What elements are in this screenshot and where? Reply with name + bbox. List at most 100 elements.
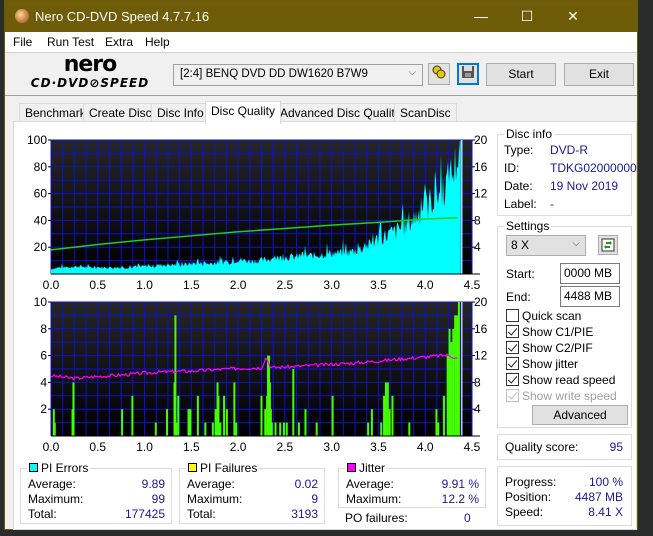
close-button[interactable]: ✕ <box>550 1 596 32</box>
pi-failure-bar <box>270 422 273 436</box>
minimize-button[interactable]: — <box>458 1 504 32</box>
pi-failure-bar <box>297 422 300 436</box>
tab-advanced-disc-quality[interactable]: Advanced Disc Quality <box>274 103 407 123</box>
x-tick-label: 2.5 <box>277 440 294 452</box>
y-left-tick-label: 80 <box>34 160 48 174</box>
show-jitter-checkbox[interactable]: Show jitter <box>506 357 578 371</box>
x-tick-label: 3.0 <box>323 440 340 452</box>
tab-benchmark[interactable]: Benchmark <box>19 103 92 123</box>
advanced-button[interactable]: Advanced <box>532 405 628 425</box>
menu-bar: File Run Test Extra Help <box>5 32 637 52</box>
quality-score-value: 95 <box>609 440 623 454</box>
show-read-speed-checkbox[interactable]: Show read speed <box>506 373 615 387</box>
checkbox-box <box>506 325 519 338</box>
title-bar: Nero CD-DVD Speed 4.7.7.16 — ☐ ✕ <box>5 1 637 32</box>
pi-failure-bar <box>211 422 214 436</box>
pi-failure-bar <box>260 395 263 436</box>
pi-failure-bar <box>408 422 411 436</box>
quick-scan-checkbox[interactable]: Quick scan <box>506 309 581 323</box>
pi-failure-bar <box>166 409 169 436</box>
drive-select[interactable]: [2:4] BENQ DVD DD DW1620 B7W9 ⌵ <box>173 64 423 86</box>
pi-errors-average-label: Average: <box>28 477 76 491</box>
pi-failure-bar <box>264 409 267 436</box>
jitter-average: 9.91 % <box>441 477 479 491</box>
pi-failure-bar <box>204 422 207 436</box>
show-write-speed-checkbox: Show write speed <box>506 389 617 403</box>
pi-failures-maximum-label: Maximum: <box>187 492 243 506</box>
eject-drive-button[interactable] <box>428 63 450 85</box>
position-value: 4487 MB <box>574 490 623 504</box>
start-input[interactable]: 0000 MB <box>560 263 620 284</box>
pi-errors-chart-svg: 20 40 60 80 100 4 8 12 16 20 0.0 0.5 1.0 1.5 2.0 2.5 3.0… <box>27 133 488 292</box>
pi-errors-swatch <box>29 463 38 472</box>
y-right-tick-label: 12 <box>474 349 488 363</box>
save-button[interactable] <box>457 63 479 85</box>
disc-label-label: Label: <box>504 197 537 211</box>
tab-disc-info[interactable]: Disc Info <box>151 103 210 123</box>
menu-file[interactable]: File <box>13 35 32 49</box>
pi-failure-bar <box>72 382 75 436</box>
speed-select-value: 8 X <box>511 238 530 252</box>
x-tick-label: 1.0 <box>136 440 153 452</box>
pi-failure-bar <box>457 302 460 436</box>
pi-errors-group: PI Errors Average: 9.89 Maximum: 99 Tota… <box>20 461 172 524</box>
progress-value: 100 % <box>588 475 623 489</box>
checkbox-box <box>506 341 519 354</box>
jitter-average-label: Average: <box>346 477 394 491</box>
pi-errors-title: PI Errors <box>41 461 89 475</box>
tab-create-disc[interactable]: Create Disc <box>83 103 158 123</box>
pi-failures-average-label: Average: <box>187 477 235 491</box>
pi-failures-chart: 2 4 6 8 10 4 8 12 16 20 0.0 0.5 1.0 1.5 2.0 2.5 3.0 3.5 4.… <box>14 292 498 455</box>
show-c1-pie-checkbox[interactable]: Show C1/PIE <box>506 325 593 339</box>
y-right-tick-label: 4 <box>474 402 481 416</box>
pi-failures-legend: PI Failures <box>186 461 260 475</box>
x-tick-label: 4.0 <box>417 440 434 452</box>
pi-errors-maximum: 99 <box>151 492 165 506</box>
pi-failure-bar <box>121 409 124 436</box>
toolbar: nero CD·DVD⊘SPEED [2:4] BENQ DVD DD DW16… <box>5 52 637 96</box>
tab-scandisc[interactable]: ScanDisc <box>394 103 457 123</box>
x-tick-label: 3.5 <box>370 278 387 290</box>
logo-subtext: CD·DVD⊘SPEED <box>30 76 150 90</box>
menu-run-test[interactable]: Run Test <box>47 35 94 49</box>
y-left-tick-label: 40 <box>34 213 48 227</box>
settings-group: Settings 8 X ⌵ Start: 0000 MB End: 4488 … <box>497 219 632 428</box>
disc-date-label: Date: <box>504 179 533 193</box>
speed-select[interactable]: 8 X ⌵ <box>506 235 586 256</box>
menu-extra[interactable]: Extra <box>105 35 133 49</box>
pi-failure-bar <box>223 395 226 436</box>
po-failures-label: PO failures: <box>345 511 408 525</box>
jitter-legend: Jitter <box>345 461 388 475</box>
pi-failure-bar <box>214 409 217 436</box>
y-right-tick-label: 16 <box>474 160 488 174</box>
settings-title: Settings <box>504 219 552 233</box>
pi-failure-bar <box>437 422 440 436</box>
pi-failure-bar <box>435 409 438 436</box>
tab-disc-quality[interactable]: Disc Quality <box>205 101 282 124</box>
chevron-down-icon: ⌵ <box>572 238 580 249</box>
checkbox-label: Show write speed <box>522 389 617 403</box>
refresh-speed-button[interactable] <box>598 235 618 255</box>
x-tick-label: 4.5 <box>464 440 481 452</box>
window-title: Nero CD-DVD Speed 4.7.7.16 <box>35 9 210 24</box>
pi-failure-bar <box>442 395 445 436</box>
x-tick-label: 1.5 <box>183 278 200 290</box>
jitter-maximum: 12.2 % <box>441 492 479 506</box>
show-c2-pif-checkbox[interactable]: Show C2/PIF <box>506 341 593 355</box>
maximize-button[interactable]: ☐ <box>504 1 550 32</box>
end-input[interactable]: 4488 MB <box>560 286 620 307</box>
menu-help[interactable]: Help <box>145 35 170 49</box>
position-label: Position: <box>505 490 552 504</box>
exit-button[interactable]: Exit <box>564 63 634 86</box>
pi-failure-bar <box>219 422 222 436</box>
floppy-disk-icon <box>462 66 474 78</box>
x-tick-label: 2.0 <box>230 440 247 452</box>
pi-failures-chart-svg: 2 4 6 8 10 4 8 12 16 20 0.0 0.5 1.0 1.5 2.0 2.5 3.0 3.5 4.… <box>34 295 488 454</box>
y-right-tick-label: 8 <box>474 213 481 227</box>
checkbox-label: Show read speed <box>522 373 616 387</box>
speed-value: 8.41 X <box>588 505 623 519</box>
pi-failure-bar <box>196 395 199 436</box>
start-button[interactable]: Start <box>486 63 556 86</box>
speed-label: Speed: <box>505 505 544 519</box>
pi-failure-bar <box>446 355 449 436</box>
